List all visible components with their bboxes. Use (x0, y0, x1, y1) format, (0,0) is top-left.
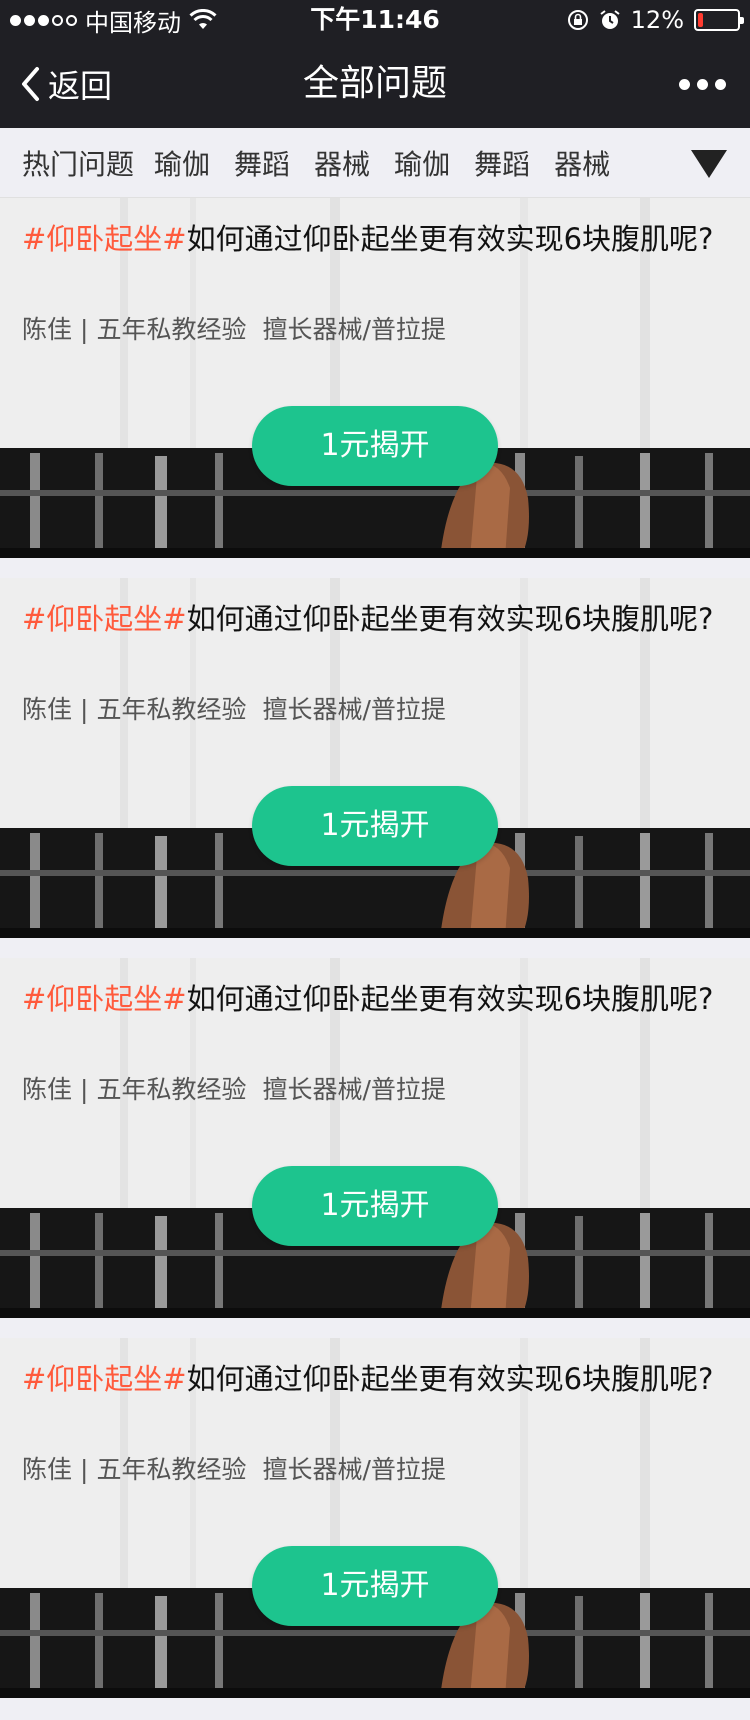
question-text: 如何通过仰卧起坐更有效实现6块腹肌呢? (186, 1362, 714, 1396)
tab-hot-questions[interactable]: 热门问题 (22, 143, 134, 183)
expert-experience: 五年私教经验 (96, 315, 247, 344)
question-feed: #仰卧起坐#如何通过仰卧起坐更有效实现6块腹肌呢? 陈佳 | 五年私教经验 擅长器械/… (0, 198, 750, 1718)
meta-separator: | (80, 315, 89, 344)
alarm-icon (600, 10, 620, 29)
category-tabs: 热门问题 瑜伽 舞蹈 器械 瑜伽 舞蹈 器械 (0, 128, 750, 198)
unlock-answer-button[interactable]: 1元揭开 (252, 406, 498, 486)
page-title: 全部问题 (302, 63, 447, 104)
tab-dance[interactable]: 舞蹈 (234, 143, 290, 183)
status-right: 12% (567, 0, 744, 40)
expert-info: 陈佳 | 五年私教经验 擅长器械/普拉提 (22, 1070, 446, 1106)
question-title: #仰卧起坐#如何通过仰卧起坐更有效实现6块腹肌呢? (22, 216, 726, 262)
status-bar: 中国移动 下午11:46 12% (0, 0, 750, 40)
question-text: 如何通过仰卧起坐更有效实现6块腹肌呢? (186, 222, 714, 256)
tab-equipment[interactable]: 器械 (314, 143, 370, 183)
question-title: #仰卧起坐#如何通过仰卧起坐更有效实现6块腹肌呢? (22, 596, 726, 642)
tab-list: 热门问题 瑜伽 舞蹈 器械 瑜伽 舞蹈 器械 (22, 128, 634, 198)
meta-separator: | (80, 695, 89, 724)
expert-name: 陈佳 (22, 1455, 73, 1484)
expert-experience: 五年私教经验 (96, 1455, 247, 1484)
tab-yoga[interactable]: 瑜伽 (154, 143, 210, 183)
unlock-answer-button[interactable]: 1元揭开 (252, 1166, 498, 1246)
expert-specialty: 擅长器械/普拉提 (262, 1075, 446, 1104)
expert-info: 陈佳 | 五年私教经验 擅长器械/普拉提 (22, 310, 446, 346)
topic-tag[interactable]: #仰卧起坐# (22, 1362, 187, 1396)
question-title: #仰卧起坐#如何通过仰卧起坐更有效实现6块腹肌呢? (22, 976, 726, 1022)
question-text: 如何通过仰卧起坐更有效实现6块腹肌呢? (186, 602, 714, 636)
meta-separator: | (80, 1455, 89, 1484)
unlock-answer-button[interactable]: 1元揭开 (252, 786, 498, 866)
question-text: 如何通过仰卧起坐更有效实现6块腹肌呢? (186, 982, 714, 1016)
expert-name: 陈佳 (22, 315, 73, 344)
question-title: #仰卧起坐#如何通过仰卧起坐更有效实现6块腹肌呢? (22, 1356, 726, 1402)
unlock-answer-button[interactable]: 1元揭开 (252, 1546, 498, 1626)
question-card[interactable]: #仰卧起坐#如何通过仰卧起坐更有效实现6块腹肌呢? 陈佳 | 五年私教经验 擅长器械/… (0, 198, 750, 558)
more-dot (697, 78, 708, 90)
battery-level (698, 13, 703, 27)
expert-experience: 五年私教经验 (96, 695, 247, 724)
expert-specialty: 擅长器械/普拉提 (262, 1455, 446, 1484)
expert-info: 陈佳 | 五年私教经验 擅长器械/普拉提 (22, 1450, 446, 1486)
back-chevron-icon (22, 67, 39, 101)
expand-tabs-button[interactable] (690, 148, 728, 180)
question-card[interactable]: #仰卧起坐#如何通过仰卧起坐更有效实现6块腹肌呢? 陈佳 | 五年私教经验 擅长器械/… (0, 958, 750, 1318)
expert-experience: 五年私教经验 (96, 1075, 247, 1104)
topic-tag[interactable]: #仰卧起坐# (22, 602, 187, 636)
more-dot (715, 78, 726, 90)
topic-tag[interactable]: #仰卧起坐# (22, 222, 187, 256)
topic-tag[interactable]: #仰卧起坐# (22, 982, 187, 1016)
expert-specialty: 擅长器械/普拉提 (262, 695, 446, 724)
triangle-down-icon (691, 150, 727, 178)
rotation-lock-icon (567, 10, 588, 30)
expert-name: 陈佳 (22, 1075, 73, 1104)
more-options-button[interactable] (679, 40, 726, 128)
expert-info: 陈佳 | 五年私教经验 擅长器械/普拉提 (22, 690, 446, 726)
question-card[interactable]: #仰卧起坐#如何通过仰卧起坐更有效实现6块腹肌呢? 陈佳 | 五年私教经验 擅长器械/… (0, 1338, 750, 1698)
expert-name: 陈佳 (22, 695, 73, 724)
meta-separator: | (80, 1075, 89, 1104)
tab-dance-2[interactable]: 舞蹈 (474, 143, 530, 183)
nav-bar: 返回 全部问题 (0, 40, 750, 128)
tab-equipment-2[interactable]: 器械 (554, 143, 610, 183)
question-card[interactable]: #仰卧起坐#如何通过仰卧起坐更有效实现6块腹肌呢? 陈佳 | 五年私教经验 擅长器械/… (0, 578, 750, 938)
back-label: 返回 (48, 67, 113, 105)
back-button[interactable]: 返回 (18, 40, 112, 128)
battery-percent: 12% (630, 6, 684, 34)
more-dot (679, 78, 690, 90)
expert-specialty: 擅长器械/普拉提 (262, 315, 446, 344)
tab-yoga-2[interactable]: 瑜伽 (394, 143, 450, 183)
battery-icon (694, 9, 744, 31)
